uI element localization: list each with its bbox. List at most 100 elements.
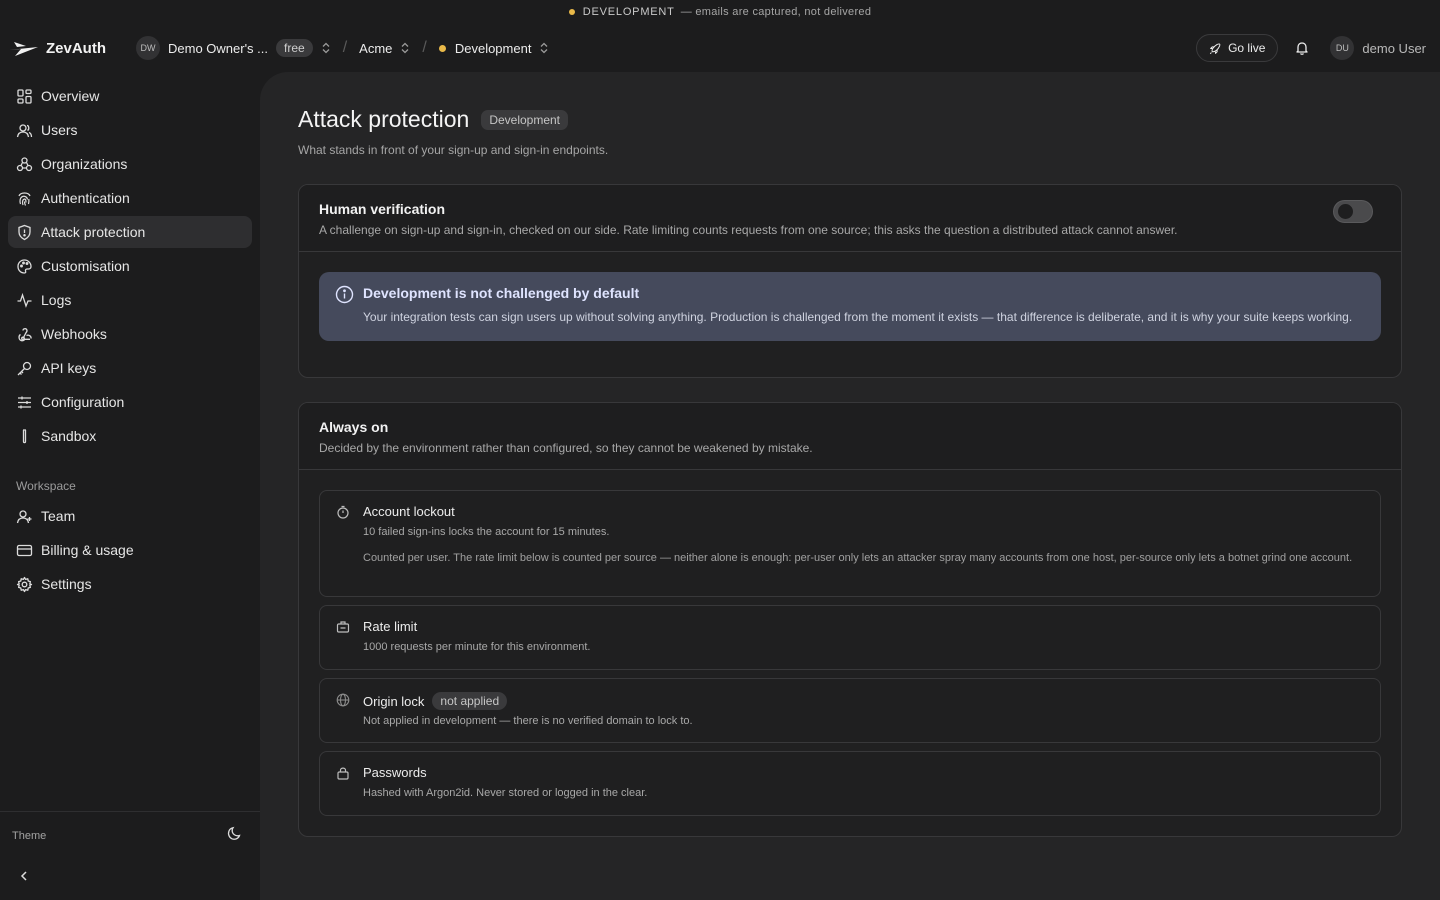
sidebar-item-users[interactable]: Users	[8, 114, 252, 146]
always-on-header: Always on Decided by the environment rat…	[299, 403, 1401, 470]
sidebar-item-customisation[interactable]: Customisation	[8, 250, 252, 282]
team-icon	[16, 509, 32, 523]
page-header: Attack protection Development	[298, 106, 569, 133]
logo-icon	[9, 42, 38, 56]
project-name: Acme	[359, 40, 393, 56]
origin-lock-desc: Not applied in development — there is no…	[363, 715, 693, 727]
chevron-up-down-icon	[401, 42, 409, 54]
info-callout-title: Development is not challenged by default	[363, 285, 640, 301]
bell-icon	[1296, 42, 1309, 55]
app-name: ZevAuth	[46, 39, 106, 57]
sidebar-item-label: API keys	[41, 360, 97, 376]
globe-icon	[336, 693, 350, 707]
sidebar: Overview Users Organizations Authenticat…	[0, 72, 260, 900]
theme-label: Theme	[12, 830, 47, 842]
origin-lock-label: Origin lock	[363, 693, 425, 709]
always-on-desc: Decided by the environment rather than c…	[319, 441, 813, 455]
gear-icon	[16, 576, 33, 592]
breadcrumb-separator: /	[422, 39, 427, 56]
sidebar-item-overview[interactable]: Overview	[8, 80, 252, 112]
collapse-sidebar-button[interactable]	[18, 870, 30, 882]
sidebar-footer: Theme	[0, 811, 260, 881]
user-menu[interactable]: DU demo User	[1330, 36, 1426, 60]
environment-banner: DEVELOPMENT — emails are captured, not d…	[0, 0, 1440, 24]
sidebar-item-label: Team	[41, 508, 76, 524]
fingerprint-icon	[18, 191, 31, 206]
rate-limit-item: Rate limit 1000 requests per minute for …	[319, 605, 1381, 670]
lock-icon	[337, 767, 349, 780]
sidebar-item-team[interactable]: Team	[8, 500, 252, 532]
users-icon	[16, 123, 33, 137]
sidebar-item-label: Logs	[41, 292, 72, 308]
sidebar-item-billing[interactable]: Billing & usage	[8, 534, 252, 566]
human-verification-toggle[interactable]	[1333, 200, 1373, 223]
sidebar-item-configuration[interactable]: Configuration	[8, 386, 252, 418]
go-live-label: Go live	[1228, 41, 1266, 55]
breadcrumb-separator: /	[342, 39, 348, 56]
moon-icon	[227, 826, 241, 840]
sidebar-item-label: Configuration	[41, 394, 125, 410]
environment-badge: Development	[481, 109, 569, 130]
workspace-name: Demo Owner's ...	[168, 40, 269, 56]
always-on-title: Always on	[319, 419, 389, 435]
page-title: Attack protection	[298, 106, 470, 132]
passwords-item: Passwords Hashed with Argon2id. Never st…	[319, 751, 1381, 816]
sidebar-item-webhooks[interactable]: Webhooks	[8, 318, 252, 350]
info-icon	[335, 285, 354, 304]
toggle-knob	[1338, 204, 1353, 219]
sidebar-item-label: Customisation	[41, 258, 130, 274]
environment-switcher[interactable]: Development	[438, 40, 550, 56]
sidebar-item-api-keys[interactable]: API keys	[8, 352, 252, 384]
environment-name: Development	[454, 40, 532, 56]
sidebar-item-authentication[interactable]: Authentication	[8, 182, 252, 214]
sidebar-item-sandbox[interactable]: Sandbox	[8, 420, 252, 452]
workspace-avatar: DW	[136, 36, 160, 60]
project-switcher[interactable]: Acme	[359, 41, 410, 56]
origin-lock-title: Origin lock not applied	[363, 692, 1364, 710]
human-verification-desc: A challenge on sign-up and sign-in, chec…	[319, 223, 1178, 237]
credit-card-icon	[16, 544, 33, 556]
environment-dot	[438, 44, 446, 52]
banner-note: — emails are captured, not delivered	[680, 6, 872, 18]
sidebar-item-label: Webhooks	[41, 326, 107, 342]
human-verification-card: Human verification A challenge on sign-u…	[298, 184, 1402, 378]
account-lockout-item: Account lockout 10 failed sign-ins locks…	[319, 490, 1381, 597]
sidebar-item-attack-protection[interactable]: Attack protection	[8, 216, 252, 248]
sidebar-item-label: Billing & usage	[41, 542, 134, 558]
human-verification-title: Human verification	[319, 201, 446, 217]
go-live-button[interactable]: Go live	[1196, 34, 1279, 62]
rate-limit-icon	[336, 621, 350, 633]
test-tube-icon	[22, 428, 27, 443]
rate-limit-title: Rate limit	[363, 619, 418, 634]
app-logo[interactable]: ZevAuth	[8, 38, 124, 58]
not-applied-badge: not applied	[432, 692, 508, 710]
sidebar-item-label: Overview	[41, 88, 100, 104]
sidebar-item-organizations[interactable]: Organizations	[8, 148, 252, 180]
user-avatar: DU	[1330, 36, 1355, 60]
sidebar-item-label: Organizations	[41, 156, 128, 172]
notifications-button[interactable]	[1294, 40, 1310, 56]
workspace-section-label: Workspace	[16, 479, 76, 493]
dashboard-icon	[17, 88, 32, 104]
workspace-switcher[interactable]: DW Demo Owner's ... free	[136, 36, 331, 60]
sidebar-item-label: Attack protection	[41, 224, 146, 240]
plan-badge: free	[276, 39, 313, 57]
chevron-up-down-icon	[540, 42, 548, 54]
sliders-icon	[18, 396, 31, 408]
account-lockout-title: Account lockout	[363, 504, 455, 519]
chevron-up-down-icon	[322, 42, 330, 54]
sidebar-item-label: Sandbox	[41, 428, 97, 444]
key-icon	[17, 361, 32, 375]
activity-icon	[17, 292, 32, 308]
page-subtitle: What stands in front of your sign-up and…	[298, 143, 609, 157]
sidebar-item-label: Settings	[41, 576, 92, 592]
account-lockout-detail: Counted per user. The rate limit below i…	[363, 552, 1353, 564]
sidebar-item-logs[interactable]: Logs	[8, 284, 252, 316]
theme-toggle-button[interactable]	[226, 826, 242, 842]
rocket-icon	[1209, 42, 1221, 54]
sidebar-item-settings[interactable]: Settings	[8, 568, 252, 600]
webhook-icon	[18, 327, 32, 341]
sidebar-item-label: Authentication	[41, 190, 130, 206]
palette-icon	[17, 258, 32, 274]
timer-icon	[337, 505, 349, 519]
